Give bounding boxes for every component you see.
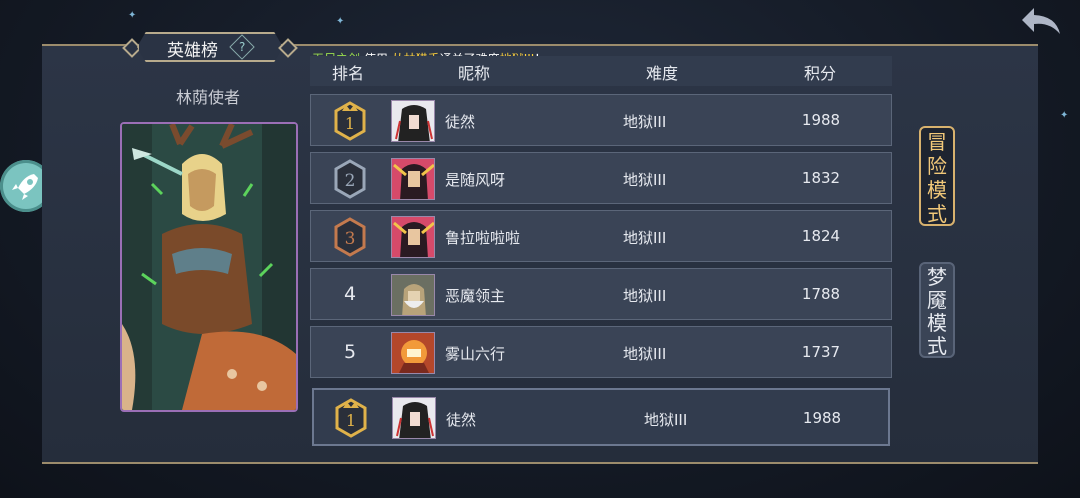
- nightmare-mode-tab[interactable]: 梦魇模式: [919, 262, 955, 358]
- table-row[interactable]: 2 是随风呀 地狱III 1832: [310, 152, 892, 204]
- star-decoration: ✦: [128, 10, 137, 21]
- player-nickname: 恶魔领主: [445, 287, 506, 305]
- player-avatar: [391, 100, 435, 142]
- player-nickname: 是随风呀: [445, 171, 506, 189]
- back-arrow-icon: [1022, 8, 1060, 34]
- player-nickname: 徒然: [446, 411, 477, 429]
- gold-rank-badge-icon: 1: [335, 398, 367, 438]
- header-rank: 排名: [332, 64, 365, 83]
- star-decoration: ✦: [1060, 110, 1069, 121]
- svg-text:1: 1: [345, 114, 355, 133]
- player-avatar: [391, 274, 435, 316]
- table-row[interactable]: 4 恶魔领主 地狱III 1788: [310, 268, 892, 320]
- svg-text:1: 1: [346, 411, 356, 430]
- hero-name: 林荫使者: [175, 88, 240, 107]
- hero-art: [122, 124, 296, 410]
- bronze-rank-badge-icon: 3: [334, 217, 366, 257]
- page-title: 英雄榜: [167, 41, 218, 61]
- adventure-mode-tab[interactable]: 冒险模式: [919, 126, 955, 226]
- table-row[interactable]: 1 徒然 地狱III 1988: [310, 94, 892, 146]
- player-avatar: [392, 397, 436, 439]
- my-rank-row[interactable]: 1 徒然 地狱III 1988: [312, 388, 890, 446]
- player-avatar: [391, 332, 435, 374]
- back-button[interactable]: [1020, 6, 1062, 38]
- player-nickname: 雾山六行: [445, 345, 506, 363]
- rank-number: 4: [343, 283, 357, 305]
- player-score: 1988: [801, 111, 841, 129]
- gold-rank-badge-icon: 1: [334, 101, 366, 141]
- player-difficulty: 地狱III: [623, 171, 667, 189]
- player-difficulty: 地狱III: [644, 411, 688, 429]
- star-decoration: ✦: [336, 16, 345, 27]
- player-nickname: 鲁拉啦啦啦: [445, 229, 521, 247]
- header-difficulty: 难度: [646, 64, 679, 83]
- player-score: 1737: [801, 343, 841, 361]
- player-avatar: [391, 216, 435, 258]
- player-difficulty: 地狱III: [623, 113, 667, 131]
- player-score: 1832: [801, 169, 841, 187]
- title-plate: 英雄榜 ?: [122, 32, 298, 62]
- player-score: 1788: [801, 285, 841, 303]
- player-difficulty: 地狱III: [623, 345, 667, 363]
- hero-portrait[interactable]: [120, 122, 298, 412]
- table-row[interactable]: 3 鲁拉啦啦啦 地狱III 1824: [310, 210, 892, 262]
- header-nickname: 昵称: [458, 64, 491, 83]
- header-score: 积分: [804, 64, 837, 83]
- player-difficulty: 地狱III: [623, 287, 667, 305]
- player-nickname: 徒然: [445, 113, 476, 131]
- rank-number: 5: [343, 341, 357, 363]
- player-avatar: [391, 158, 435, 200]
- player-difficulty: 地狱III: [623, 229, 667, 247]
- svg-text:2: 2: [345, 171, 356, 191]
- player-score: 1988: [802, 409, 842, 427]
- svg-text:3: 3: [345, 229, 356, 249]
- table-row[interactable]: 5 雾山六行 地狱III 1737: [310, 326, 892, 378]
- table-header: 排名 昵称 难度 积分: [310, 56, 892, 86]
- player-score: 1824: [801, 227, 841, 245]
- silver-rank-badge-icon: 2: [334, 159, 366, 199]
